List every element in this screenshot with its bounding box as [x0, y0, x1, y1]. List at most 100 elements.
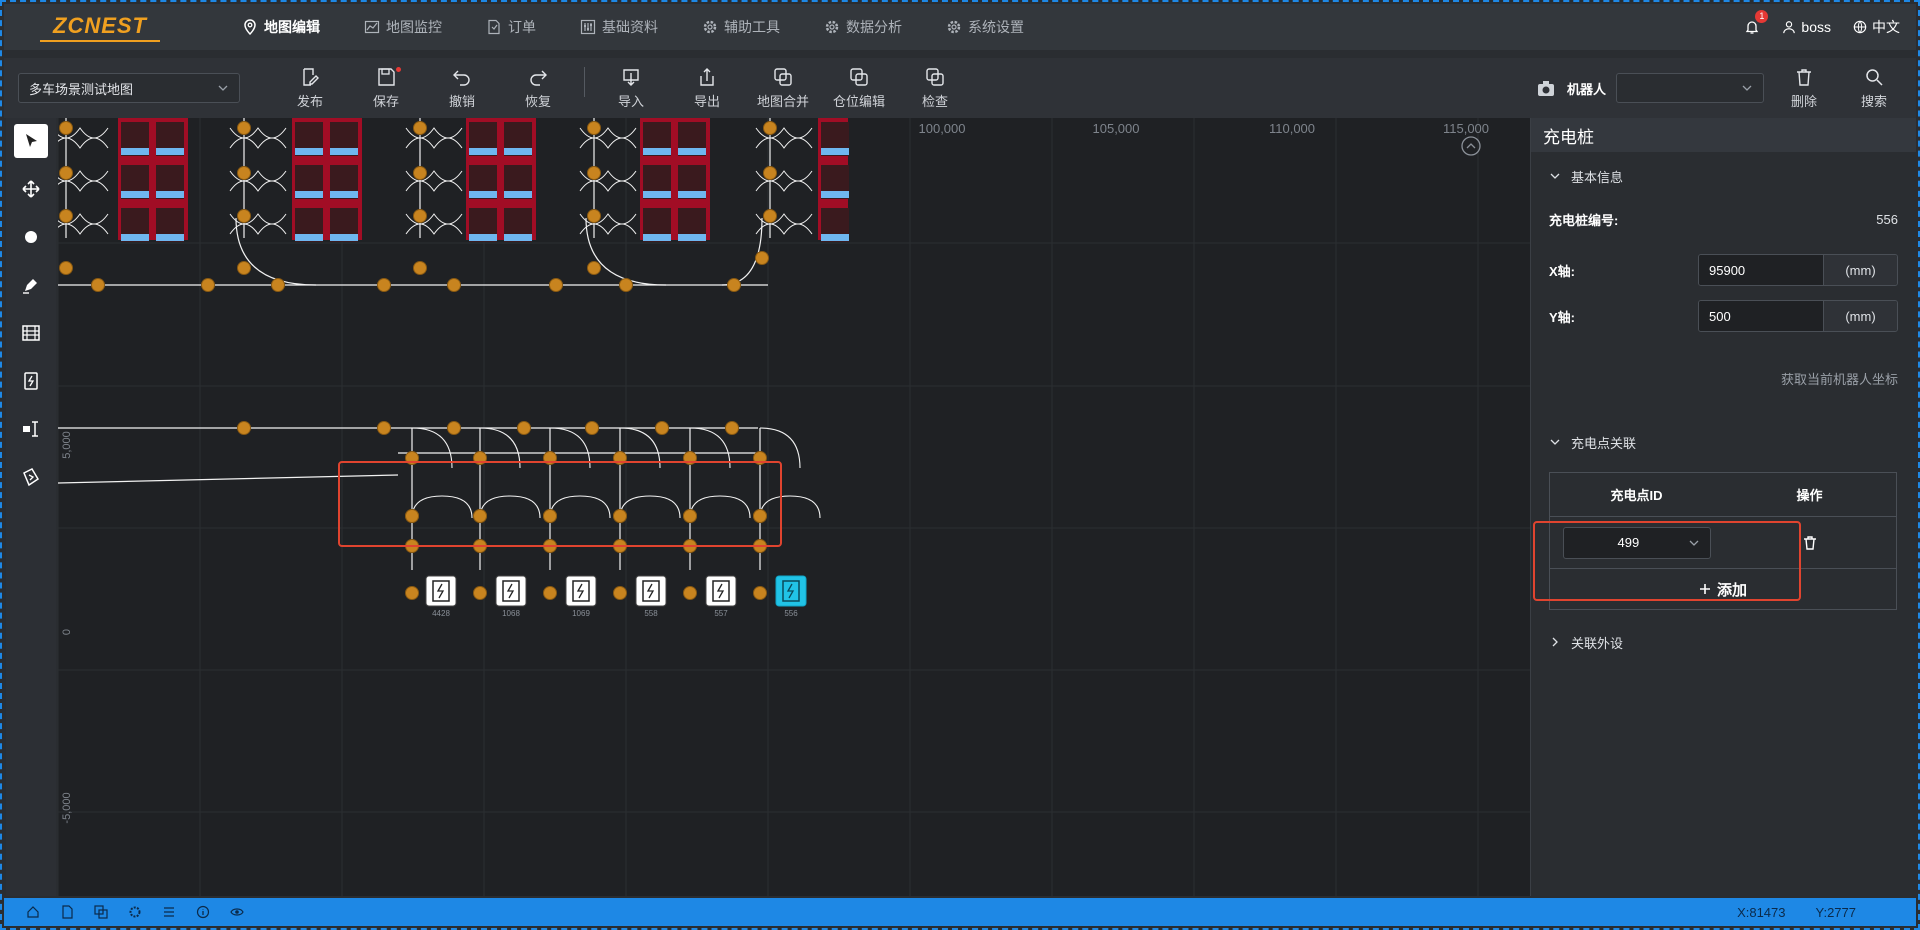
route-node — [613, 586, 627, 600]
language-switch[interactable]: 中文 — [1853, 17, 1900, 37]
route-node — [237, 121, 251, 135]
nav-map-monitor[interactable]: 地图监控 — [342, 4, 464, 50]
nav-data-analysis[interactable]: 数据分析 — [802, 4, 924, 50]
robot-select[interactable] — [1616, 73, 1764, 103]
map-canvas[interactable]: 100,000 105,000 110,000 115,000 5,000 0 -5,000… — [58, 118, 1530, 896]
save-button[interactable]: 保存 — [348, 66, 424, 110]
user-menu[interactable]: boss — [1782, 19, 1831, 35]
gear-icon — [947, 20, 961, 34]
route-node — [587, 166, 601, 180]
route-path — [721, 217, 763, 286]
tool-label: 导出 — [693, 93, 720, 109]
route-path — [579, 137, 637, 149]
basic-info-section[interactable]: 基本信息 — [1531, 156, 1916, 196]
pen-tool[interactable] — [14, 268, 48, 302]
route-node — [237, 261, 251, 275]
import-button[interactable]: 导入 — [593, 67, 669, 110]
export-button[interactable]: 导出 — [669, 67, 745, 110]
charger-label: 558 — [644, 609, 658, 618]
shelf-tool[interactable] — [14, 316, 48, 350]
tool-palette — [6, 118, 56, 896]
select-tool[interactable] — [14, 124, 48, 158]
compass-icon[interactable] — [1461, 136, 1481, 156]
y-axis-label: Y轴: — [1549, 309, 1576, 325]
nav-orders[interactable]: 订单 — [464, 4, 558, 50]
route-node — [725, 421, 739, 435]
eye-icon[interactable] — [230, 905, 244, 919]
file-icon[interactable] — [60, 905, 74, 919]
nav-system-settings[interactable]: 系统设置 — [924, 4, 1046, 50]
tool-label: 撤销 — [448, 93, 475, 109]
slot-label — [643, 191, 671, 198]
nav-aux-tools[interactable]: 辅助工具 — [680, 4, 802, 50]
route-node — [377, 421, 391, 435]
x-tick-label: 115,000 — [1443, 121, 1489, 136]
list-icon[interactable] — [162, 905, 176, 919]
route-node — [237, 209, 251, 223]
route-node — [59, 261, 73, 275]
slot-label — [643, 148, 671, 155]
move-tool[interactable] — [14, 172, 48, 206]
notification-badge: 1 — [1755, 10, 1769, 23]
y-axis-input[interactable] — [1699, 301, 1823, 331]
tool-label: 仓位编辑 — [832, 93, 885, 109]
route-node — [755, 251, 769, 265]
slot-edit-button[interactable]: 仓位编辑 — [821, 67, 897, 110]
trash-icon[interactable] — [1802, 535, 1818, 551]
label-tool[interactable] — [14, 412, 48, 446]
globe-icon — [1853, 20, 1867, 34]
point-tool[interactable] — [14, 220, 48, 254]
x-axis-input[interactable] — [1699, 255, 1823, 285]
nav-map-edit[interactable]: 地图编辑 — [220, 4, 342, 50]
slot-label — [678, 148, 706, 155]
map-merge-button[interactable]: 地图合并 — [745, 67, 821, 110]
gear-icon[interactable] — [128, 905, 142, 919]
publish-button[interactable]: 发布 — [272, 67, 348, 110]
shelf-blocks — [118, 118, 849, 242]
area-tool[interactable] — [14, 460, 48, 494]
route-path — [405, 137, 463, 149]
search-button[interactable]: 搜索 — [1844, 67, 1904, 110]
delete-button[interactable]: 删除 — [1774, 67, 1834, 110]
route-path — [755, 223, 813, 235]
undo-icon — [453, 70, 470, 86]
col-operation: 操作 — [1796, 488, 1823, 503]
y-tick-label: 0 — [61, 629, 73, 635]
layers-icon[interactable] — [94, 905, 108, 919]
y-tick-label: 5,000 — [61, 431, 73, 459]
route-node — [447, 278, 461, 292]
polygon-icon — [23, 468, 40, 487]
charge-point-link-section[interactable]: 充电点关联 — [1531, 422, 1916, 462]
home-icon[interactable] — [26, 905, 40, 919]
chart-icon — [364, 20, 380, 34]
map-drawing[interactable]: 100,000 105,000 110,000 115,000 5,000 0 -5,000… — [58, 118, 1530, 896]
route-node — [549, 278, 563, 292]
route-node — [655, 421, 669, 435]
user-icon — [1783, 21, 1796, 34]
route-path — [229, 180, 287, 192]
route-node — [377, 278, 391, 292]
route-node — [517, 421, 531, 435]
route-node — [413, 166, 427, 180]
check-button[interactable]: 检查 — [897, 67, 973, 110]
pen-icon — [23, 279, 37, 294]
get-robot-coords-link[interactable]: 获取当前机器人坐标 — [1531, 360, 1916, 400]
nav-basic-data[interactable]: 基础资料 — [558, 4, 680, 50]
tool-label: 检查 — [921, 93, 948, 109]
location-pin-icon — [244, 19, 256, 35]
info-icon[interactable] — [196, 905, 210, 919]
route-node — [237, 421, 251, 435]
peripheral-section[interactable]: 关联外设 — [1531, 622, 1916, 662]
charger-tool[interactable] — [14, 364, 48, 398]
robot-label: 机器人 — [1566, 81, 1606, 97]
slot-label — [678, 234, 706, 241]
map-select[interactable]: 多车场景测试地图 — [18, 73, 240, 103]
charger-label: 1069 — [572, 609, 590, 618]
language-label: 中文 — [1872, 19, 1900, 35]
route-node — [585, 421, 599, 435]
redo-button[interactable]: 恢复 — [500, 67, 576, 110]
undo-button[interactable]: 撤销 — [424, 67, 500, 110]
notification-button[interactable]: 1 — [1744, 10, 1769, 35]
app-logo: ZCNEST — [40, 12, 160, 42]
y-tick-label: -5,000 — [61, 792, 73, 823]
